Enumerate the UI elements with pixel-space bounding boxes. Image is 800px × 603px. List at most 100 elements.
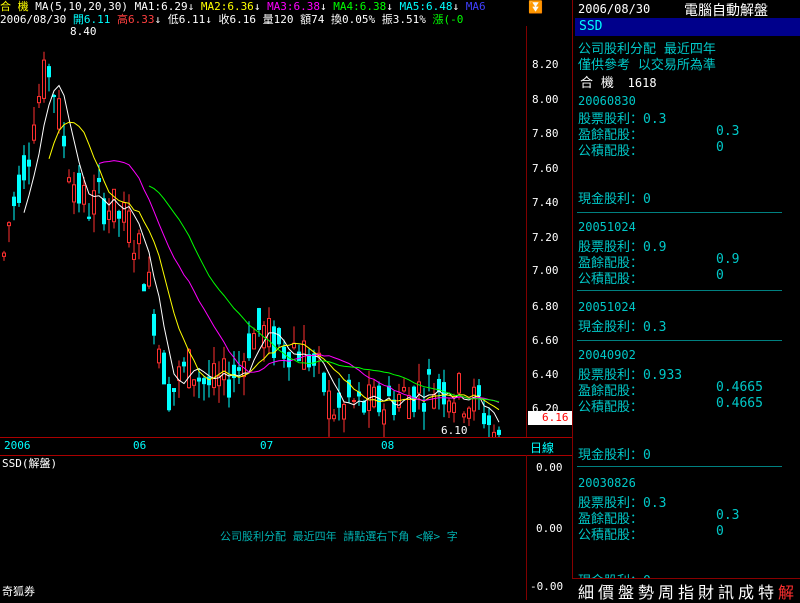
candle-body xyxy=(27,159,31,167)
down-arrow-icon: ↓ xyxy=(386,0,393,13)
ma5-value: MA5:6.48 xyxy=(399,0,453,13)
menu-analysis[interactable]: 解 xyxy=(778,579,794,603)
entry-reserve: 0.4665 xyxy=(716,396,763,411)
entry-surplus: 0.9 xyxy=(716,252,740,267)
panel-scrollbar[interactable] xyxy=(783,36,799,576)
panel-stock: 合 機 1618 xyxy=(580,72,657,91)
x-label-month: 07 xyxy=(260,439,274,452)
candle-body xyxy=(67,177,71,183)
sub-chart-message: 公司股利分配 最近四年 請點選右下角 <解> 字 xyxy=(220,530,458,543)
menu-special[interactable]: 特 xyxy=(758,579,774,603)
period-selector[interactable]: 日線 xyxy=(530,439,554,456)
candle-body xyxy=(382,409,386,425)
candle-body xyxy=(362,400,366,413)
info-low: 低6.11 xyxy=(167,13,206,26)
price-chart[interactable] xyxy=(0,26,572,437)
menu-finance[interactable]: 財 xyxy=(698,579,714,603)
candle-body xyxy=(247,333,251,359)
candle-body xyxy=(17,174,21,203)
settings-arrow-icon[interactable]: ⏬ xyxy=(528,0,543,14)
min-price-label: 6.10 xyxy=(441,424,468,437)
entry-surplus: 0.4665 xyxy=(716,380,763,395)
candle-body xyxy=(287,352,291,368)
candle-body xyxy=(52,95,56,98)
candle-body xyxy=(212,363,216,389)
down-arrow-icon: ↓ xyxy=(187,0,195,13)
candle-body xyxy=(337,392,341,408)
candle-body xyxy=(22,155,26,181)
entry-cash: 現金股利：0 xyxy=(578,448,651,463)
candle-body xyxy=(487,415,491,426)
candle-body xyxy=(12,196,16,207)
separator xyxy=(577,466,782,467)
candle-body xyxy=(237,367,241,371)
info-change: 漲(-0 xyxy=(432,13,464,26)
candle-body xyxy=(307,354,311,368)
x-label-month: 06 xyxy=(133,439,147,452)
info-amplitude: 振3.51% xyxy=(381,13,426,26)
candle-body xyxy=(167,383,171,411)
candle-body xyxy=(197,377,201,382)
info-turnover: 換0.05% xyxy=(330,13,376,26)
candle-body xyxy=(182,361,186,367)
candle-body xyxy=(422,402,426,412)
candle-body xyxy=(227,379,231,398)
separator xyxy=(577,290,782,291)
sub-chart-divider xyxy=(526,455,527,600)
ma4-value: MA4:6.38 xyxy=(333,0,387,13)
candle-body xyxy=(32,124,36,141)
candle-body xyxy=(207,376,211,386)
entry-reserve-label: 公積配股： xyxy=(578,400,644,415)
entry-reserve: 0 xyxy=(716,140,724,155)
sub-y-tick: 0.00 xyxy=(536,522,563,535)
candle-body xyxy=(452,402,456,413)
candle-body xyxy=(2,252,6,257)
candle-body xyxy=(87,216,91,219)
info-date: 2006/08/30 xyxy=(0,13,67,26)
candle-body xyxy=(222,358,226,381)
entry-surplus: 0.3 xyxy=(716,508,740,523)
entry-reserve-label: 公積配股： xyxy=(578,144,644,159)
max-price-label: 8.40 xyxy=(70,25,97,38)
ma-label: MA(5,10,20,30) xyxy=(35,0,128,13)
menu-week[interactable]: 周 xyxy=(658,579,674,603)
candle-body xyxy=(297,351,301,362)
menu-detail[interactable]: 細 xyxy=(578,579,594,603)
panel-date: 2006/08/30 xyxy=(578,2,651,16)
menu-market[interactable]: 盤 xyxy=(618,579,634,603)
candle-body xyxy=(42,59,46,99)
ma2-value: MA2:6.36 xyxy=(200,0,254,13)
entry-reserve: 0 xyxy=(716,268,724,283)
price-axis-divider xyxy=(526,26,527,437)
menu-index[interactable]: 指 xyxy=(678,579,694,603)
y-tick: 6.80 xyxy=(532,300,559,313)
candle-body xyxy=(467,407,471,419)
menu-news[interactable]: 訊 xyxy=(718,579,734,603)
sub-chart-title: SSD(解盤) xyxy=(2,457,58,470)
candle-body xyxy=(57,98,61,130)
separator xyxy=(577,212,782,213)
menu-trend[interactable]: 勢 xyxy=(638,579,654,603)
candle-body xyxy=(147,271,151,287)
down-arrow-icon: ↓ xyxy=(452,0,460,13)
panel-stock-code: 1618 xyxy=(627,76,657,90)
candle-body xyxy=(322,372,326,393)
y-tick: 6.40 xyxy=(532,368,559,381)
menu-deal[interactable]: 成 xyxy=(738,579,754,603)
candle-body xyxy=(447,400,451,413)
panel-title: 電腦自動解盤 xyxy=(684,3,768,19)
panel-line2: 僅供參考 以交易所為準 xyxy=(578,58,716,73)
candle-body xyxy=(77,172,81,204)
y-tick: 7.20 xyxy=(532,231,559,244)
candle-body xyxy=(152,313,156,336)
candle-body xyxy=(342,404,346,420)
panel-stock-name: 合 機 xyxy=(580,76,614,91)
y-tick: 6.60 xyxy=(532,334,559,347)
menu-price[interactable]: 價 xyxy=(598,579,614,603)
entry-date: 20051024 xyxy=(578,300,636,314)
candle-body xyxy=(137,233,141,245)
entry-cash: 現金股利：0 xyxy=(578,192,651,207)
y-tick: 8.20 xyxy=(532,58,559,71)
entry-reserve: 0 xyxy=(716,524,724,539)
candlesticks xyxy=(2,51,501,437)
